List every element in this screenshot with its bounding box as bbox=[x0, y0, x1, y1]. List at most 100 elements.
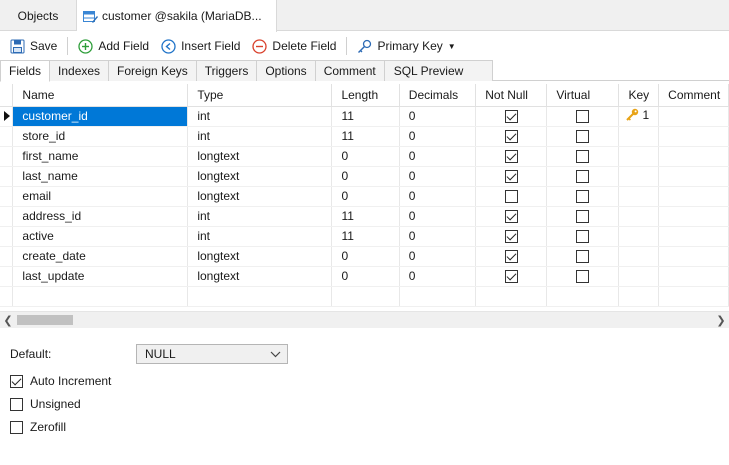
not-null-checkbox[interactable] bbox=[505, 190, 519, 204]
horizontal-scrollbar[interactable]: ❮ ❯ bbox=[0, 311, 729, 328]
table-row[interactable]: email longtext 0 0 bbox=[0, 186, 729, 207]
field-decimals-cell[interactable]: 0 bbox=[399, 206, 477, 227]
scroll-left-icon[interactable]: ❮ bbox=[0, 313, 16, 327]
field-comment-cell[interactable] bbox=[658, 126, 729, 147]
scroll-right-icon[interactable]: ❯ bbox=[713, 313, 729, 327]
field-key-cell[interactable] bbox=[618, 126, 660, 147]
column-header-decimals[interactable]: Decimals bbox=[399, 84, 477, 107]
field-virtual-cell[interactable] bbox=[546, 266, 620, 287]
field-virtual-cell[interactable] bbox=[546, 106, 620, 127]
field-virtual-cell[interactable] bbox=[546, 226, 620, 247]
field-length-cell[interactable]: 0 bbox=[331, 146, 400, 167]
virtual-checkbox[interactable] bbox=[576, 250, 590, 264]
column-header-length[interactable]: Length bbox=[331, 84, 400, 107]
table-row[interactable]: last_update longtext 0 0 bbox=[0, 266, 729, 287]
field-comment-cell[interactable] bbox=[658, 106, 729, 127]
field-virtual-cell[interactable] bbox=[546, 146, 620, 167]
virtual-checkbox[interactable] bbox=[576, 210, 590, 224]
tab-objects[interactable]: Objects bbox=[0, 0, 77, 31]
insert-field-button[interactable]: Insert Field bbox=[157, 34, 244, 58]
table-row[interactable]: address_id int 11 0 bbox=[0, 206, 729, 227]
virtual-checkbox[interactable] bbox=[576, 230, 590, 244]
field-decimals-cell[interactable]: 0 bbox=[399, 126, 477, 147]
field-key-cell[interactable] bbox=[618, 266, 660, 287]
column-header-not-null[interactable]: Not Null bbox=[475, 84, 548, 107]
field-not-null-cell[interactable] bbox=[475, 246, 548, 267]
field-key-cell[interactable] bbox=[618, 226, 660, 247]
zerofill-checkbox[interactable]: Zerofill bbox=[10, 420, 66, 434]
scrollbar-thumb[interactable] bbox=[17, 315, 73, 325]
field-type-cell[interactable]: int bbox=[187, 206, 333, 227]
field-not-null-cell[interactable] bbox=[475, 166, 548, 187]
field-length-cell[interactable]: 11 bbox=[331, 206, 400, 227]
column-header-name[interactable]: Name bbox=[12, 84, 189, 107]
field-type-cell[interactable]: longtext bbox=[187, 186, 333, 207]
tab-fields[interactable]: Fields bbox=[0, 60, 51, 82]
field-type-cell[interactable]: longtext bbox=[187, 246, 333, 267]
table-row[interactable]: store_id int 11 0 bbox=[0, 126, 729, 147]
field-virtual-cell[interactable] bbox=[546, 186, 620, 207]
field-name-cell[interactable]: last_update bbox=[12, 266, 189, 287]
field-length-cell[interactable]: 11 bbox=[331, 126, 400, 147]
field-comment-cell[interactable] bbox=[658, 206, 729, 227]
field-not-null-cell[interactable] bbox=[475, 126, 548, 147]
table-row[interactable]: active int 11 0 bbox=[0, 226, 729, 247]
virtual-checkbox[interactable] bbox=[576, 270, 590, 284]
field-length-cell[interactable]: 11 bbox=[331, 226, 400, 247]
field-virtual-cell[interactable] bbox=[546, 126, 620, 147]
virtual-checkbox[interactable] bbox=[576, 150, 590, 164]
column-header-virtual[interactable]: Virtual bbox=[546, 84, 620, 107]
field-key-cell[interactable]: 1 bbox=[618, 106, 660, 127]
field-not-null-cell[interactable] bbox=[475, 266, 548, 287]
field-name-cell[interactable]: create_date bbox=[12, 246, 189, 267]
auto-increment-checkbox[interactable]: Auto Increment bbox=[10, 374, 111, 388]
virtual-checkbox[interactable] bbox=[576, 130, 590, 144]
not-null-checkbox[interactable] bbox=[505, 170, 519, 184]
field-type-cell[interactable]: int bbox=[187, 126, 333, 147]
tab-sql-preview[interactable]: SQL Preview bbox=[384, 60, 494, 81]
not-null-checkbox[interactable] bbox=[505, 130, 519, 144]
field-decimals-cell[interactable]: 0 bbox=[399, 226, 477, 247]
zerofill-check[interactable] bbox=[10, 420, 23, 434]
auto-increment-check[interactable] bbox=[10, 374, 23, 388]
field-not-null-cell[interactable] bbox=[475, 226, 548, 247]
field-virtual-cell[interactable] bbox=[546, 166, 620, 187]
not-null-checkbox[interactable] bbox=[505, 150, 519, 164]
unsigned-check[interactable] bbox=[10, 397, 23, 411]
field-key-cell[interactable] bbox=[618, 206, 660, 227]
virtual-checkbox[interactable] bbox=[576, 170, 590, 184]
field-name-cell[interactable]: last_name bbox=[12, 166, 189, 187]
tab-options[interactable]: Options bbox=[257, 60, 316, 81]
table-row[interactable]: last_name longtext 0 0 bbox=[0, 166, 729, 187]
field-key-cell[interactable] bbox=[618, 146, 660, 167]
field-type-cell[interactable]: longtext bbox=[187, 146, 333, 167]
table-row[interactable]: customer_id int 11 0 1 bbox=[0, 106, 729, 127]
field-name-cell[interactable]: store_id bbox=[12, 126, 189, 147]
field-name-cell[interactable]: first_name bbox=[12, 146, 189, 167]
virtual-checkbox[interactable] bbox=[576, 110, 590, 124]
column-header-key[interactable]: Key bbox=[618, 84, 660, 107]
field-length-cell[interactable]: 0 bbox=[331, 166, 400, 187]
field-comment-cell[interactable] bbox=[658, 246, 729, 267]
not-null-checkbox[interactable] bbox=[505, 110, 519, 124]
field-not-null-cell[interactable] bbox=[475, 206, 548, 227]
field-comment-cell[interactable] bbox=[658, 166, 729, 187]
delete-field-button[interactable]: Delete Field bbox=[248, 34, 340, 58]
field-comment-cell[interactable] bbox=[658, 146, 729, 167]
field-virtual-cell[interactable] bbox=[546, 206, 620, 227]
default-select[interactable]: NULL bbox=[136, 344, 288, 364]
tab-customer-table[interactable]: customer @sakila (MariaDB... bbox=[77, 0, 277, 32]
field-decimals-cell[interactable]: 0 bbox=[399, 166, 477, 187]
table-row[interactable]: create_date longtext 0 0 bbox=[0, 246, 729, 267]
column-header-comment[interactable]: Comment bbox=[658, 84, 729, 107]
field-name-cell[interactable]: active bbox=[12, 226, 189, 247]
primary-key-button[interactable]: Primary Key ▼ bbox=[353, 34, 459, 58]
save-button[interactable]: Save bbox=[6, 34, 61, 58]
virtual-checkbox[interactable] bbox=[576, 190, 590, 204]
field-not-null-cell[interactable] bbox=[475, 146, 548, 167]
field-comment-cell[interactable] bbox=[658, 186, 729, 207]
field-length-cell[interactable]: 0 bbox=[331, 266, 400, 287]
field-type-cell[interactable]: int bbox=[187, 106, 333, 127]
field-decimals-cell[interactable]: 0 bbox=[399, 246, 477, 267]
not-null-checkbox[interactable] bbox=[505, 210, 519, 224]
